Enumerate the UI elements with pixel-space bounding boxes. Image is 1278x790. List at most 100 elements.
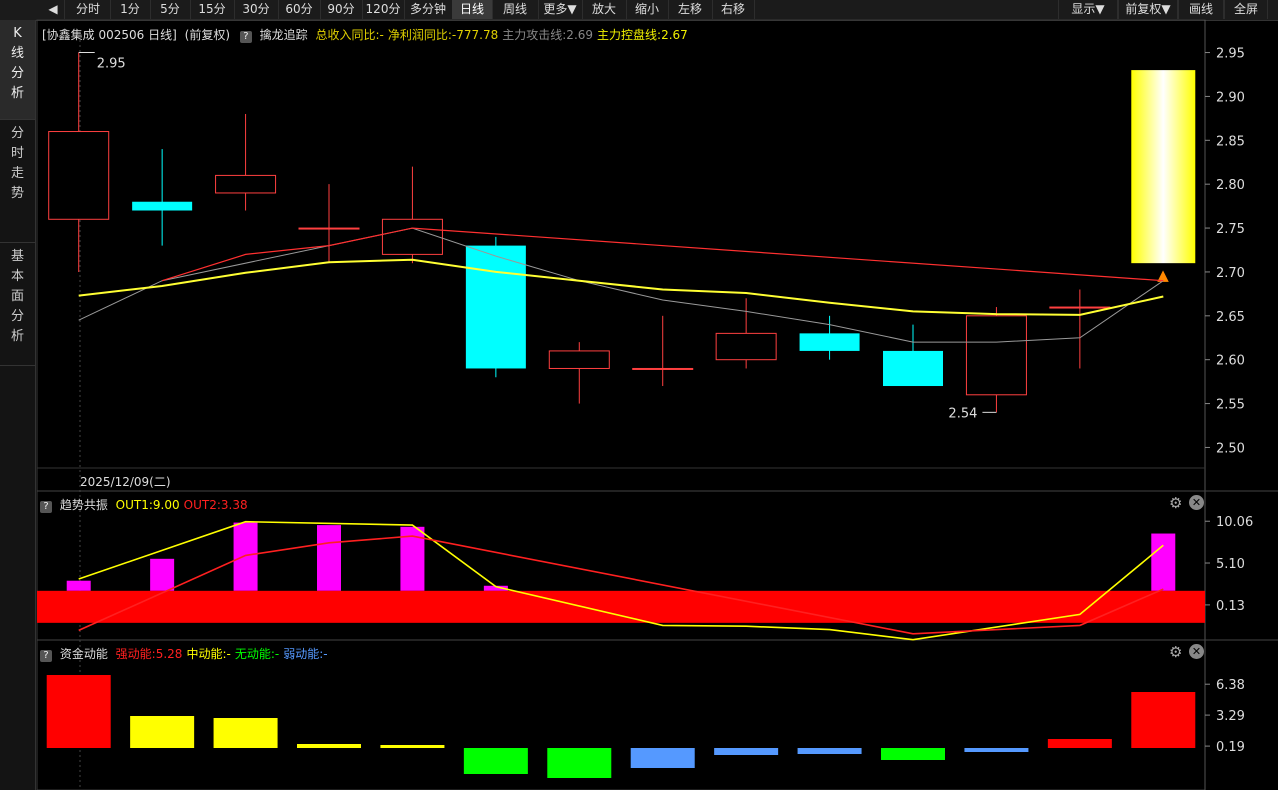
toolbar-right-item-2[interactable]: 画线 [1178,0,1224,19]
series-line-OUT1 [78,520,1164,641]
sidebar-tab-char: 析 [10,329,24,344]
candle-body [215,174,277,194]
momentum-bar [1131,692,1196,748]
panel3-name: 资金动能 [59,647,108,661]
header-value: 主力攻击线:2.69 [502,28,594,42]
panel3-gear-icon[interactable]: ⚙ [1169,643,1182,661]
momentum-bar [130,716,195,748]
sidebar-tab-char: 基 [10,249,24,264]
header-value: 主力控盘线:2.67 [597,28,688,42]
y-tick-label: 2.95 [1216,47,1245,62]
resonance-bar [317,525,341,591]
panels-frame [36,19,1206,790]
y-tick-label: 0.13 [1216,599,1245,614]
help-icon[interactable]: ? [40,501,52,513]
sidebar-tab-2[interactable]: 基本面分析 [0,243,35,366]
candle-body [465,245,526,369]
resonance-band [37,590,1205,623]
toolbar-item-5[interactable]: 60分 [278,0,321,19]
stock-title: [协鑫集成 002506 日线] [42,28,177,42]
series-line-OUT2 [78,535,1164,635]
header-value: 无动能:- [234,647,280,661]
toolbar-item-13[interactable]: 缩小 [626,0,669,19]
momentum-bar [46,675,111,748]
toolbar-item-8[interactable]: 多分钟 [404,0,453,19]
momentum-bar [797,748,862,754]
sidebar-tab-char: 分 [10,126,24,141]
sidebar-tab-char: K [13,26,22,41]
sidebar-tab-char: 走 [10,166,24,181]
toolbar-item-2[interactable]: 5分 [150,0,191,19]
toolbar-item-6[interactable]: 90分 [320,0,363,19]
back-icon: ◀ [48,2,58,16]
sidebar-tab-char: 分 [10,309,24,324]
panel3-close-icon[interactable]: ✕ [1189,644,1204,659]
momentum-bar [547,748,612,778]
candle-body [48,131,110,220]
momentum-bar [213,718,278,748]
toolbar-item-7[interactable]: 120分 [362,0,405,19]
toolbar-item-4[interactable]: 30分 [234,0,279,19]
date-label: 2025/12/09(二) [80,475,171,489]
toolbar-right-item-3[interactable]: 全屏 [1224,0,1268,19]
y-tick-label: 2.60 [1216,354,1245,369]
candle-body [883,350,943,387]
panel2-gear-icon[interactable]: ⚙ [1169,494,1182,512]
header-value: 弱动能:- [283,647,328,661]
momentum-bar [463,748,528,774]
ma-fast-line [161,227,1164,282]
toolbar-item-9[interactable]: 日线 [452,0,493,19]
sidebar-tab-char: 线 [10,46,24,61]
toolbar-item-10[interactable]: 周线 [492,0,539,19]
candle-body [381,218,443,255]
back-button[interactable]: ◀ [42,0,65,19]
candle-body [298,227,360,230]
toolbar-right-item-1[interactable]: 前复权▼ [1118,0,1178,19]
momentum-bar [297,744,361,748]
toolbar-item-0[interactable]: 分时 [66,0,111,19]
toolbar-item-1[interactable]: 1分 [110,0,151,19]
adjust-mode: (前复权) [184,28,231,42]
momentum-bar [1047,739,1112,748]
toolbar-item-11[interactable]: 更多▼ [538,0,583,19]
ma-slow-line [78,227,1164,343]
y-tick-label: 2.70 [1216,266,1245,281]
sidebar-tab-char: 本 [10,269,24,284]
left-sidebar: K线分析分时走势基本面分析 [0,20,36,790]
sidebar-tab-1[interactable]: 分时走势 [0,120,35,243]
sidebar-tab-char: 分 [10,66,24,81]
resonance-bar [400,526,425,591]
help-icon[interactable]: ? [40,650,52,662]
toolbar-item-15[interactable]: 右移 [712,0,755,19]
candle-body [799,333,860,351]
help-icon[interactable]: ? [239,31,252,43]
candle-body [965,315,1027,396]
chart-area: 2.95 2.90 2.85 2.80 2.75 2.70 2.65 2.60 2.55 2.50… [36,19,1278,790]
candle-body [632,367,694,370]
sidebar-tab-0[interactable]: K线分析 [0,20,35,120]
panel2-close-icon[interactable]: ✕ [1189,495,1204,510]
sidebar-tab-char: 势 [10,186,24,201]
header-value: 总收入同比:- [315,28,384,42]
momentum-bar [630,748,695,768]
toolbar-right-item-0[interactable]: 显示▼ [1058,0,1118,19]
resonance-bar [66,580,91,591]
panel2-name: 趋势共振 [59,498,108,512]
y-tick-label: 5.10 [1216,557,1245,572]
toolbar-item-3[interactable]: 15分 [190,0,235,19]
toolbar-item-14[interactable]: 左移 [668,0,713,19]
header-value: 净利润同比:-777.78 [387,28,499,42]
header-value: OUT1:9.00 [115,498,180,512]
period-toolbar: ◀ 分时 1分 5分 15分 30分 60分 90分 120分 多分钟 日线 周线 更多▼ 放大 缩小 左移… [0,0,1278,21]
toolbar-item-12[interactable]: 放大 [582,0,627,19]
sidebar-tab-char: 时 [10,146,24,161]
panel3-header: ? 资金动能 强动能:5.28 中动能:- 无动能:- 弱动能:- [40,645,328,662]
y-tick-label: 2.80 [1216,178,1245,193]
sidebar-tab-char: 面 [10,289,24,304]
ma-mid-line [78,258,1164,316]
momentum-bar [881,748,945,760]
resonance-bar [483,585,508,591]
resonance-bar [150,558,175,591]
y-tick-label: 2.90 [1216,90,1245,105]
header-value: 中动能:- [186,647,231,661]
